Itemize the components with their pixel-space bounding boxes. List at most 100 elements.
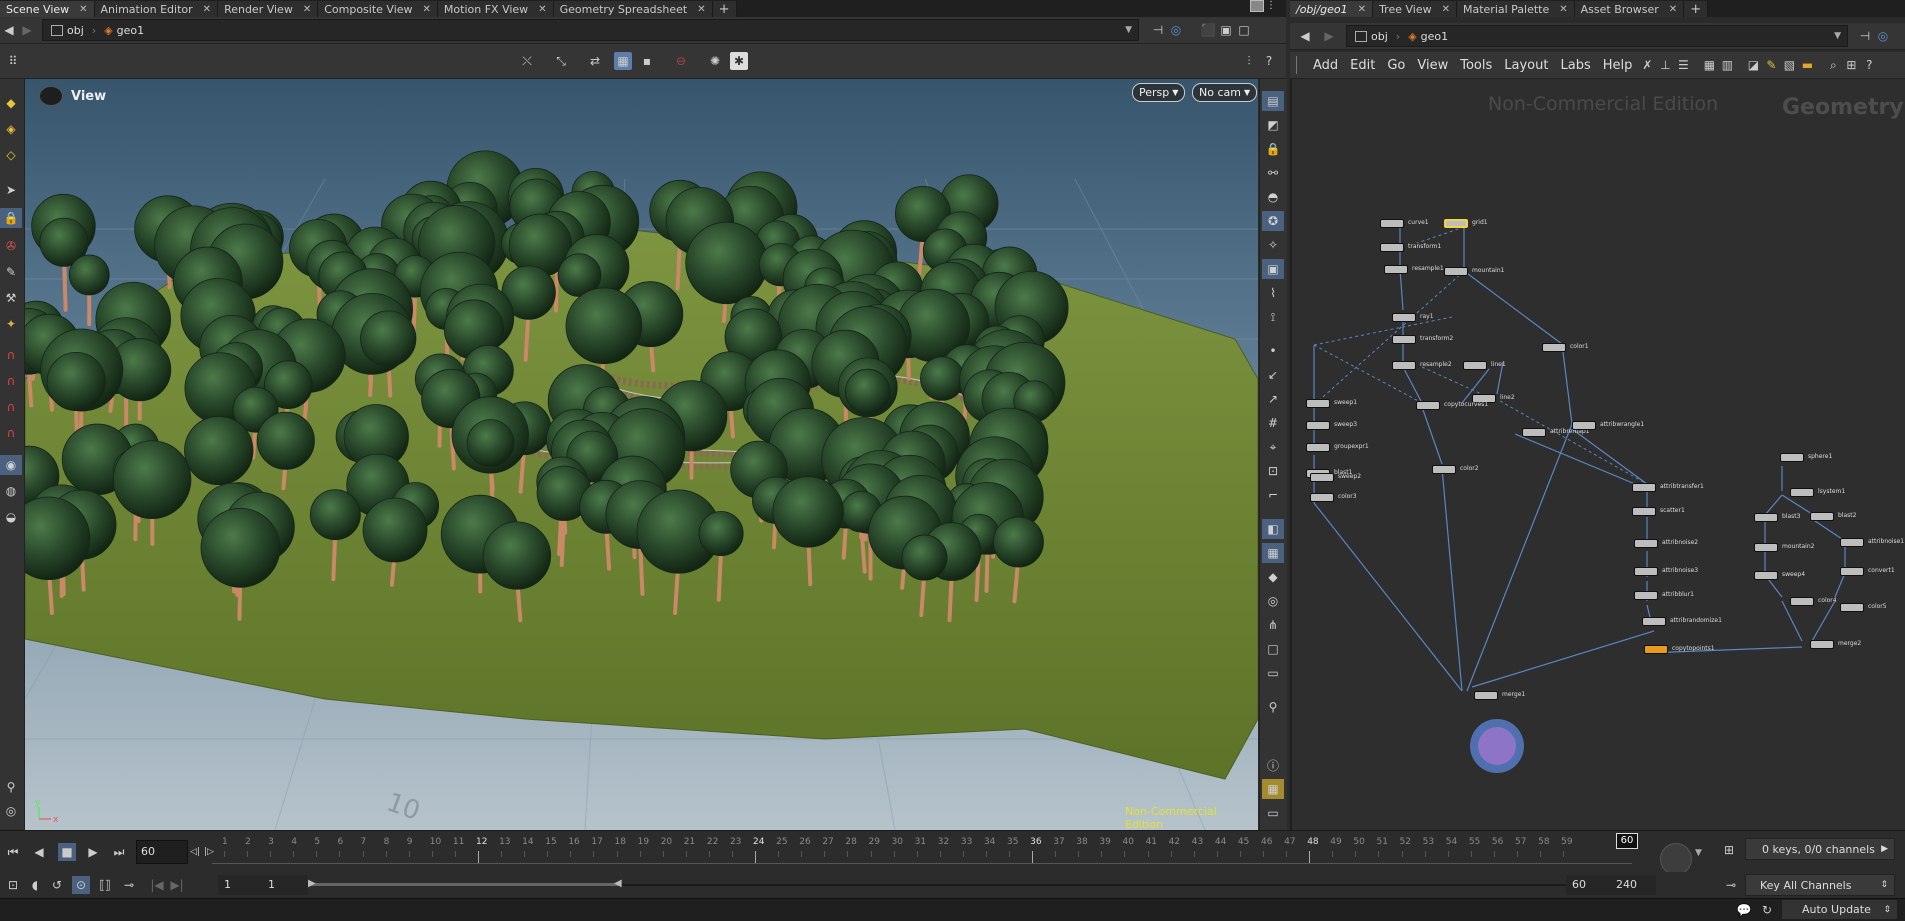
tab-tree-view[interactable]: Tree View✕	[1373, 1, 1457, 17]
close-icon[interactable]: ✕	[203, 4, 211, 15]
handle-tool-icon[interactable]: ◇	[0, 145, 22, 165]
tab-geometry-spreadsheet[interactable]: Geometry Spreadsheet✕	[554, 1, 713, 17]
loop-icon[interactable]: ↺	[48, 876, 66, 894]
pin-display-icon[interactable]: ⚲	[1262, 697, 1284, 717]
node-body[interactable]	[1780, 453, 1804, 462]
chevron-down-icon[interactable]: ▼	[1125, 25, 1138, 35]
zoom-icon[interactable]: ⊞	[1842, 56, 1860, 74]
menu-go[interactable]: Go	[1381, 58, 1411, 73]
node-body[interactable]	[1310, 493, 1334, 502]
node-body[interactable]	[1392, 335, 1416, 344]
node-body[interactable]	[1416, 401, 1440, 410]
node-body[interactable]	[1444, 219, 1468, 228]
select-tool-icon[interactable]: ◆	[0, 93, 22, 113]
help-icon[interactable]: ?	[1260, 52, 1278, 70]
node-body[interactable]	[1522, 428, 1546, 437]
points-icon[interactable]: •	[1262, 341, 1284, 361]
shading-icon[interactable]: ◩	[1262, 115, 1284, 135]
uv-icon[interactable]: ⊡	[1262, 461, 1284, 481]
close-icon[interactable]: ✕	[303, 4, 311, 15]
image-icon[interactable]: ▧	[1780, 56, 1798, 74]
node-body[interactable]	[1642, 617, 1666, 626]
link-icon[interactable]: ⚯	[1262, 163, 1284, 183]
bounds-icon[interactable]: ◆	[1262, 567, 1284, 587]
node-body[interactable]	[1790, 488, 1814, 497]
node-body[interactable]	[1634, 591, 1658, 600]
lock-camera-icon[interactable]: 🔒	[1262, 139, 1284, 159]
prim-normals-icon[interactable]: ⌖	[1262, 437, 1284, 457]
snap-edge-icon[interactable]: ⤡	[552, 52, 570, 70]
close-icon[interactable]: ✕	[79, 4, 87, 15]
chevron-down-icon[interactable]: ▼	[1695, 848, 1702, 858]
pin-icon[interactable]: ⊣	[1149, 21, 1167, 39]
settings-icon[interactable]: ✱	[730, 52, 748, 70]
headlight-icon[interactable]: ✧	[1262, 235, 1284, 255]
magnet-3-icon[interactable]: ∩	[0, 397, 22, 417]
close-icon[interactable]: ✕	[538, 4, 546, 15]
node-body[interactable]	[1632, 507, 1656, 516]
brush-icon[interactable]: ✎	[0, 262, 22, 282]
persp-button[interactable]: Persp▼	[1132, 83, 1185, 102]
pointer-icon[interactable]: ➤	[0, 180, 22, 200]
node-body[interactable]	[1380, 243, 1404, 252]
numbers-icon[interactable]: #	[1262, 413, 1284, 433]
folder-icon[interactable]: ▬	[1798, 56, 1816, 74]
graph-editor-icon[interactable]: ⊞	[1720, 841, 1738, 859]
play-icon[interactable]: ▶	[84, 843, 102, 861]
magnet-2-icon[interactable]: ∩	[0, 371, 22, 391]
breadcrumb[interactable]: obj › ◈geo1 ▼	[1346, 25, 1848, 47]
fog-icon[interactable]: ◎	[1262, 591, 1284, 611]
menu-tools[interactable]: Tools	[1454, 58, 1498, 73]
playhead-marker[interactable]: 60	[1616, 833, 1638, 849]
node-body[interactable]	[1542, 343, 1566, 352]
prev-key-icon[interactable]: |◀	[148, 876, 166, 894]
key-channels-icon[interactable]: ⊸	[1722, 876, 1740, 894]
maximize-icon[interactable]	[1250, 0, 1264, 12]
tab-scene-view[interactable]: Scene View✕	[0, 1, 95, 17]
snap-point-icon[interactable]: ⤬	[518, 52, 536, 70]
range-start-field[interactable]: 1	[262, 875, 308, 895]
palette-icon[interactable]: ◪	[1744, 56, 1762, 74]
display-icon[interactable]: ▣	[1217, 21, 1235, 39]
node-body[interactable]	[1840, 567, 1864, 576]
node-body[interactable]	[1840, 603, 1864, 612]
update-mode-select[interactable]: Auto Update ⇕	[1782, 900, 1897, 919]
render-icon[interactable]: ◍	[0, 481, 22, 501]
pin-icon[interactable]: ⊣	[1856, 27, 1874, 45]
frame-ruler[interactable]: 1234567891011121314151617181920212223242…	[212, 835, 1632, 867]
wire-icon[interactable]: ⌇	[1262, 283, 1284, 303]
magnet-4-icon[interactable]: ∩	[0, 423, 22, 443]
last-frame-icon[interactable]: ⏭	[110, 843, 128, 861]
quad-view-icon[interactable]: ▦	[1262, 779, 1284, 799]
network-editor[interactable]: Non-Commercial Edition Geometry	[1290, 79, 1905, 830]
normals-icon[interactable]: ↙	[1262, 365, 1284, 385]
range-slider[interactable]: ▶ ◀	[310, 884, 1570, 886]
camera-button[interactable]: No cam▼	[1192, 83, 1257, 102]
scope-knob[interactable]	[1660, 843, 1692, 875]
node-body[interactable]	[1310, 473, 1334, 482]
scene-viewport[interactable]: 10 xy View Persp▼ No cam▼ Non-Commercial…	[25, 79, 1258, 830]
node-body[interactable]	[1634, 567, 1658, 576]
snap-multi-icon[interactable]: ⇄	[586, 52, 604, 70]
cube-icon[interactable]: ⬛	[1199, 21, 1217, 39]
range-end-field[interactable]: 240	[1610, 875, 1656, 895]
node-body[interactable]	[1463, 361, 1487, 370]
info-icon[interactable]: ⓘ	[1262, 755, 1284, 775]
realtime-icon[interactable]: ⊡	[4, 876, 22, 894]
paint-icon[interactable]: ✦	[0, 314, 22, 334]
add-tab-icon[interactable]: +	[1684, 1, 1708, 17]
menu-help[interactable]: Help	[1597, 58, 1639, 73]
close-icon[interactable]: ✕	[423, 4, 431, 15]
key-icon[interactable]: ⊸	[120, 876, 138, 894]
list-icon[interactable]: ☰	[1674, 56, 1692, 74]
current-frame-field[interactable]: 60	[136, 840, 188, 864]
view-tool-icon[interactable]: ◉	[0, 455, 22, 475]
tab-asset-browser[interactable]: Asset Browser✕	[1575, 1, 1685, 17]
columns-icon[interactable]: ▥	[1718, 56, 1736, 74]
node-body[interactable]	[1444, 267, 1468, 276]
bracket-icon[interactable]: ⟦⟧	[96, 876, 114, 894]
display-mode-icon[interactable]: ▤	[1262, 91, 1284, 111]
menu-add[interactable]: Add	[1307, 58, 1344, 73]
next-key-icon[interactable]: ▶|	[168, 876, 186, 894]
key-mode-select[interactable]: Key All Channels ⇕	[1745, 874, 1895, 896]
